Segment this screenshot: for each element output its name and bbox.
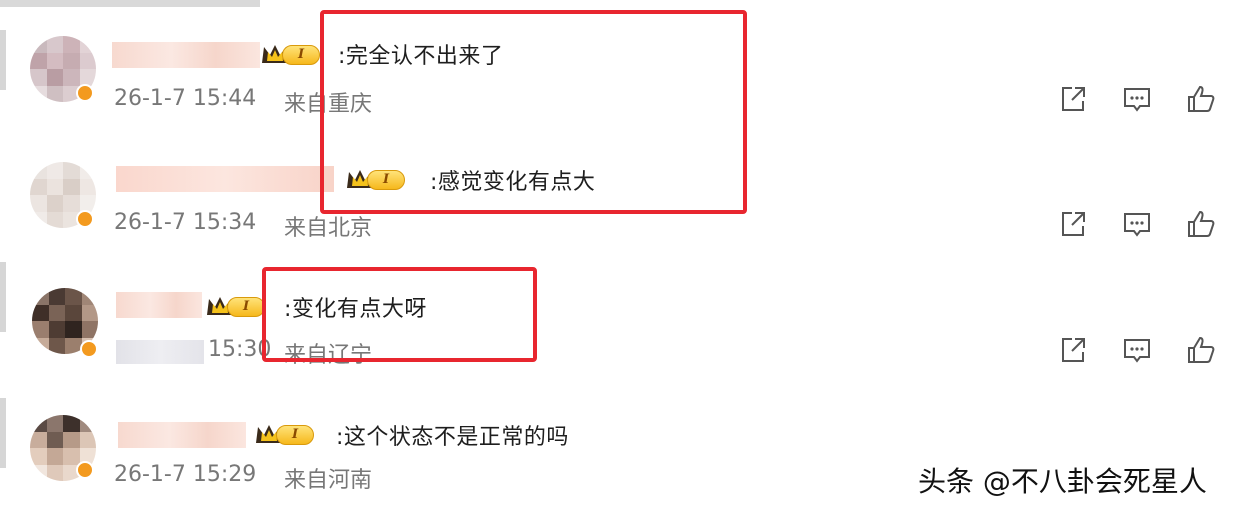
comment-text: :感觉变化有点大 <box>430 170 596 195</box>
username[interactable] <box>116 166 334 192</box>
reply-button[interactable] <box>1122 335 1152 365</box>
comment-date-obscured <box>116 340 204 364</box>
share-icon <box>1062 87 1085 111</box>
comment-item: I :完全认不出来了 26-1-7 15:44 来自重庆 <box>0 0 1258 135</box>
level-badge: I <box>254 421 316 447</box>
verified-badge-icon <box>76 84 94 102</box>
comment-location: 来自重庆 <box>284 92 373 117</box>
share-button[interactable] <box>1058 84 1088 114</box>
comment-time: 26-1-7 15:34 <box>114 210 257 235</box>
verified-badge-icon <box>76 461 94 479</box>
comment-time: 15:30 <box>208 337 272 362</box>
comment-location: 来自北京 <box>284 216 373 241</box>
comment-actions <box>1058 84 1228 114</box>
reply-button[interactable] <box>1122 84 1152 114</box>
level-badge: I <box>205 293 267 319</box>
comment-text: :这个状态不是正常的吗 <box>336 425 569 450</box>
level-badge: I <box>345 166 407 192</box>
comment-icon <box>1124 339 1150 363</box>
comment-text: :完全认不出来了 <box>338 44 504 69</box>
comment-actions <box>1058 335 1228 365</box>
watermark: 头条 @不八卦会死星人 <box>918 465 1207 498</box>
username[interactable] <box>112 42 260 68</box>
like-button[interactable] <box>1186 84 1216 114</box>
share-icon <box>1062 212 1085 236</box>
like-button[interactable] <box>1186 335 1216 365</box>
comment-icon <box>1124 88 1150 112</box>
comment-list: I :完全认不出来了 26-1-7 15:44 来自重庆 I:感觉变化有点大 … <box>0 0 1258 508</box>
comment-item: I :感觉变化有点大 26-1-7 15:34 来自北京 <box>0 135 1258 262</box>
level-badge: I <box>260 41 322 67</box>
comment-icon <box>1124 213 1150 237</box>
thumbs-up-icon <box>1188 336 1215 363</box>
comment-time: 26-1-7 15:29 <box>114 462 257 487</box>
verified-badge-icon <box>76 210 94 228</box>
share-button[interactable] <box>1058 335 1088 365</box>
comment-location: 来自辽宁 <box>284 343 373 368</box>
verified-badge-icon <box>80 340 98 358</box>
comment-actions <box>1058 209 1228 239</box>
username[interactable] <box>116 292 202 318</box>
comment-text: :变化有点大呀 <box>284 297 427 322</box>
comment-time: 26-1-7 15:44 <box>114 86 257 111</box>
share-icon <box>1062 338 1085 362</box>
thumbs-up-icon <box>1188 85 1215 112</box>
share-button[interactable] <box>1058 209 1088 239</box>
comment-location: 来自河南 <box>284 468 373 493</box>
username[interactable] <box>118 422 246 448</box>
thumbs-up-icon <box>1188 210 1215 237</box>
like-button[interactable] <box>1186 209 1216 239</box>
comment-item: I :变化有点大呀 15:30 来自辽宁 <box>0 262 1258 389</box>
reply-button[interactable] <box>1122 209 1152 239</box>
